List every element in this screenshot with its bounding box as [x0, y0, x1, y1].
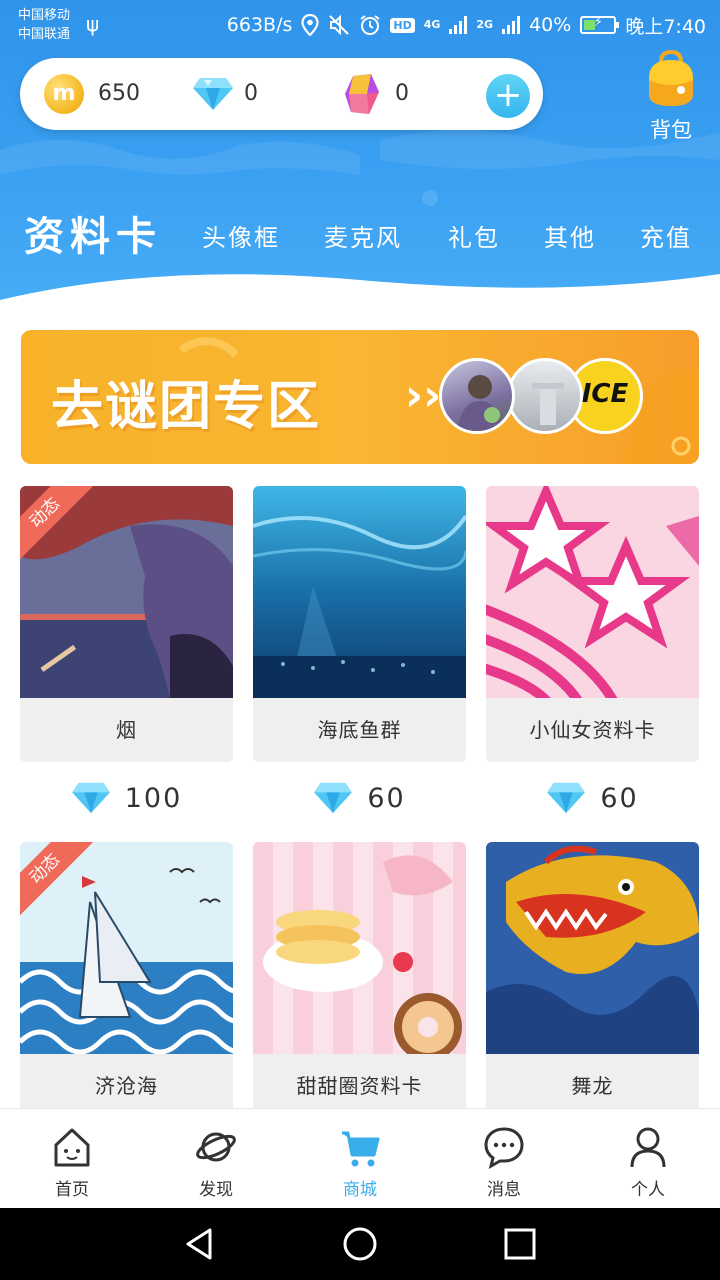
product-image-smoke: 动态 [20, 486, 233, 698]
product-price-fairy: 60 [486, 776, 699, 820]
banner-avatar-1 [439, 358, 515, 434]
diamond-icon [314, 782, 353, 814]
backpack-button[interactable]: 背包 [636, 48, 706, 144]
product-price-fish-school: 60 [253, 776, 466, 820]
nav-messages[interactable]: 消息 [454, 1123, 554, 1203]
nav-discover-label: 发现 [199, 1180, 233, 1200]
price-value: 60 [600, 782, 639, 814]
store-header: 中国移动 中国联通 ψ 663B/s HD 4G 2G 40% ⚡ 晚上7:40… [0, 0, 720, 320]
wallet-balance-bar: m 650 0 0 + [20, 58, 543, 130]
nav-home[interactable]: 首页 [22, 1123, 122, 1203]
backpack-label: 背包 [650, 118, 692, 142]
system-navigation-bar [0, 1208, 720, 1280]
product-image-dragon-dance [486, 842, 699, 1054]
signal-icon-2 [502, 16, 521, 34]
product-card-sea-voyage[interactable]: 动态 济沧海 [20, 842, 233, 1118]
network-2g-icon: 2G [476, 18, 494, 31]
back-icon[interactable] [180, 1224, 220, 1264]
alarm-icon [359, 14, 381, 36]
product-image-fairy [486, 486, 699, 698]
product-card-smoke[interactable]: 动态 烟 [20, 486, 233, 762]
gem-icon [343, 72, 381, 120]
person-icon [630, 1127, 666, 1168]
product-card-dragon-dance[interactable]: 舞龙 [486, 842, 699, 1118]
tab-other[interactable]: 其他 [544, 218, 596, 253]
banner-avatar-2 [507, 358, 583, 434]
price-value: 60 [367, 782, 406, 814]
planet-icon [196, 1132, 236, 1162]
home-icon [54, 1128, 90, 1167]
nav-discover[interactable]: 发现 [166, 1123, 266, 1203]
home-button-icon[interactable] [340, 1224, 380, 1264]
battery-icon: ⚡ [580, 15, 620, 34]
nav-profile[interactable]: 个人 [598, 1123, 698, 1203]
product-image-fish-school [253, 486, 466, 698]
add-currency-button[interactable]: + [486, 74, 530, 118]
product-name: 烟 [20, 698, 233, 762]
product-card-donut[interactable]: 甜甜圈资料卡 [253, 842, 466, 1118]
product-image-sea-voyage: 动态 [20, 842, 233, 1054]
nav-messages-label: 消息 [487, 1180, 521, 1200]
product-name: 小仙女资料卡 [486, 698, 699, 762]
nav-store-label: 商城 [343, 1180, 377, 1200]
price-value: 100 [124, 782, 183, 814]
tab-microphone[interactable]: 麦克风 [324, 218, 402, 253]
product-card-fish-school[interactable]: 海底鱼群 [253, 486, 466, 762]
signal-icon [449, 16, 468, 34]
nav-profile-label: 个人 [631, 1180, 665, 1200]
mute-icon [328, 14, 350, 36]
usb-icon: ψ [86, 12, 100, 36]
diamond-icon [192, 76, 234, 116]
nav-store[interactable]: 商城 [310, 1123, 410, 1203]
diamond-balance: 0 [244, 81, 258, 106]
location-icon [301, 14, 319, 36]
nav-home-label: 首页 [55, 1180, 89, 1200]
gem-balance: 0 [395, 81, 409, 106]
product-price-smoke: 100 [20, 776, 233, 820]
diamond-icon [547, 782, 586, 814]
product-image-donut [253, 842, 466, 1054]
tab-avatar-frame[interactable]: 头像框 [202, 218, 280, 253]
status-indicators: 663B/s HD 4G 2G 40% ⚡ 晚上7:40 [227, 10, 706, 40]
product-card-fairy[interactable]: 小仙女资料卡 [486, 486, 699, 762]
carrier-info: 中国移动 中国联通 [18, 6, 70, 44]
product-name: 海底鱼群 [253, 698, 466, 762]
carrier-2: 中国联通 [18, 27, 71, 42]
chat-icon [484, 1127, 524, 1169]
tab-recharge[interactable]: 充值 [640, 218, 692, 253]
status-bar: 中国移动 中国联通 ψ 663B/s HD 4G 2G 40% ⚡ 晚上7:40 [0, 0, 720, 52]
carrier-1: 中国移动 [18, 8, 71, 23]
diamond-icon [71, 782, 110, 814]
cart-icon [342, 1131, 380, 1167]
tab-gift-pack[interactable]: 礼包 [448, 218, 500, 253]
mystery-zone-banner[interactable]: 去谜团专区 ››› ICE [21, 330, 699, 464]
coin-icon: m [44, 74, 84, 114]
battery-percent: 40% [529, 14, 572, 36]
banner-title: 去谜团专区 [51, 377, 322, 437]
clock: 晚上7:40 [625, 15, 706, 38]
backpack-icon [649, 49, 693, 106]
hd-icon: HD [390, 17, 415, 33]
header-wave [0, 274, 720, 320]
coin-balance: 650 [98, 81, 140, 106]
network-4g-icon: 4G [423, 18, 441, 31]
recents-icon[interactable] [500, 1224, 540, 1264]
bottom-navigation: 首页 发现 商城 消息 个人 [0, 1108, 720, 1208]
net-speed: 663B/s [226, 14, 293, 36]
